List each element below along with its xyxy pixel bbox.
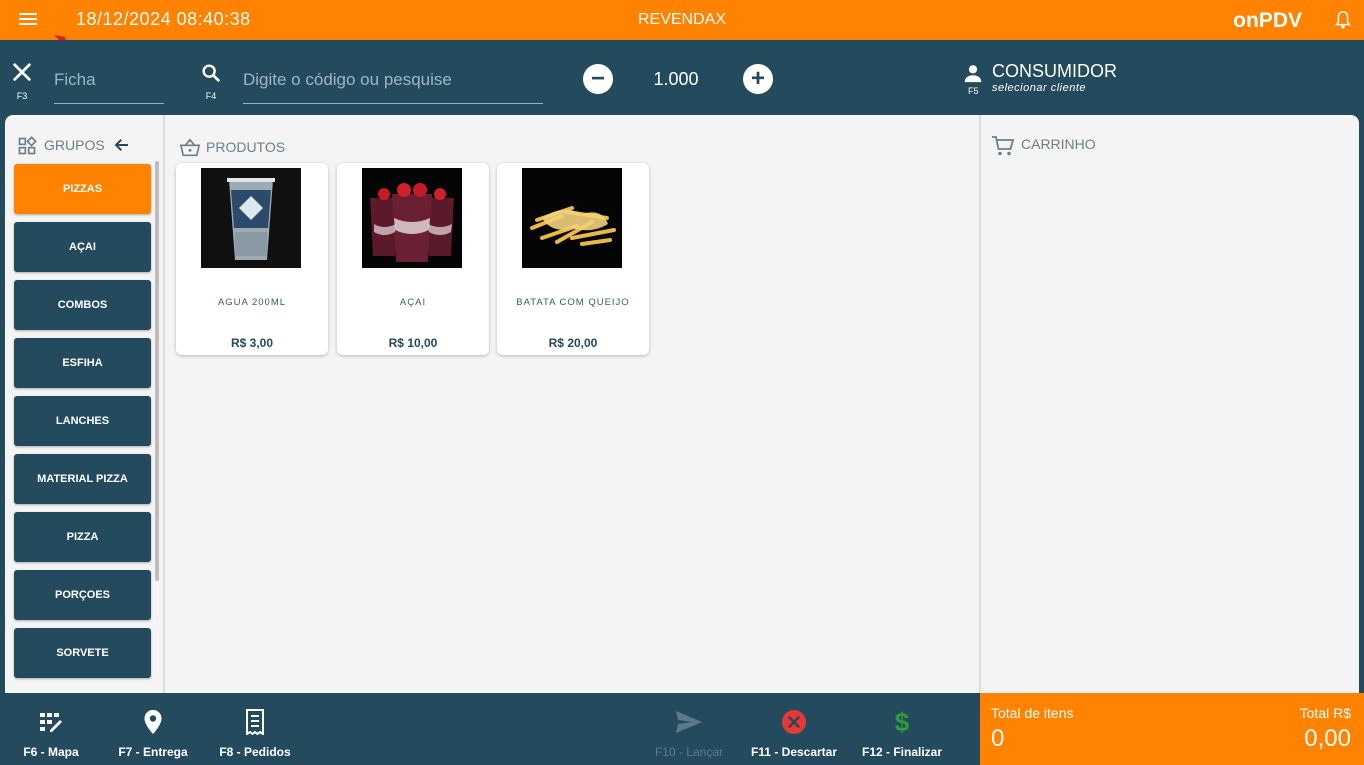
group-button-porcoes[interactable]: PORÇOES bbox=[14, 570, 151, 620]
top-bar: 18/12/2024 08:40:38 REVENDAX onPDV bbox=[0, 0, 1364, 40]
quantity-value: 1.000 bbox=[653, 69, 699, 89]
delivery-label: F7 - Entrega bbox=[118, 745, 188, 759]
orders-label: F8 - Pedidos bbox=[219, 745, 291, 759]
table-map-icon bbox=[40, 713, 62, 732]
notification-bell-icon[interactable] bbox=[1332, 9, 1354, 31]
ficha-tool[interactable]: F3 bbox=[9, 62, 35, 101]
search-icon bbox=[202, 64, 220, 82]
discard-icon bbox=[782, 710, 806, 734]
total-amount-label: Total R$ bbox=[1299, 705, 1351, 721]
groups-scrollbar[interactable] bbox=[155, 161, 159, 581]
product-price: R$ 10,00 bbox=[388, 336, 438, 350]
product-name: BATATA COM QUEIJO bbox=[516, 297, 630, 308]
grid-icon bbox=[18, 136, 37, 155]
group-button-acai[interactable]: AÇAI bbox=[14, 222, 151, 272]
group-button-pizzas[interactable]: PIZZAS bbox=[14, 164, 151, 214]
person-icon bbox=[964, 65, 982, 83]
product-price: R$ 20,00 bbox=[548, 336, 598, 350]
bottom-bar: F6 - Mapa F7 - Entrega F8 - Pedidos F10 … bbox=[0, 693, 980, 765]
map-button[interactable]: F6 - Mapa bbox=[18, 707, 84, 759]
back-arrow-icon[interactable] bbox=[113, 136, 131, 154]
ficha-shortcut: F3 bbox=[16, 91, 28, 101]
discard-label: F11 - Descartar bbox=[750, 745, 838, 759]
products-title: PRODUTOS bbox=[206, 139, 286, 155]
ficha-input[interactable]: Ficha bbox=[54, 62, 164, 104]
brand-logo: onPDV bbox=[1233, 9, 1302, 32]
finish-label: F12 - Finalizar bbox=[861, 745, 943, 759]
product-image-fries bbox=[522, 168, 622, 268]
search-input[interactable]: Digite o código ou pesquise bbox=[243, 62, 543, 104]
toolbar: F3 Ficha F4 Digite o código ou pesquise … bbox=[0, 40, 1364, 115]
map-label: F6 - Mapa bbox=[23, 745, 79, 759]
orders-button[interactable]: F8 - Pedidos bbox=[216, 707, 294, 759]
totals-panel: Total de itens 0 Total R$ 0,00 bbox=[980, 693, 1364, 765]
search-tool[interactable]: F4 bbox=[198, 62, 224, 101]
product-card[interactable]: BATATA COM QUEIJO R$ 20,00 bbox=[497, 163, 649, 355]
product-name: AÇAI bbox=[399, 297, 427, 308]
cart-panel: CARRINHO bbox=[981, 115, 1359, 693]
group-button-esfiha[interactable]: ESFIHA bbox=[14, 338, 151, 388]
products-header: PRODUTOS bbox=[179, 138, 285, 161]
product-image-acai bbox=[362, 168, 462, 268]
total-items-value: 0 bbox=[991, 725, 1005, 752]
launch-button[interactable]: F10 - Lançar bbox=[650, 707, 728, 759]
cart-icon bbox=[992, 136, 1015, 156]
cutlery-icon bbox=[13, 63, 31, 81]
basket-icon bbox=[179, 138, 201, 157]
customer-shortcut: F5 bbox=[968, 86, 979, 96]
customer-subtitle: selecionar cliente bbox=[992, 82, 1086, 94]
total-items-label: Total de itens bbox=[991, 705, 1074, 721]
product-price: R$ 3,00 bbox=[230, 336, 274, 350]
main-panel: GRUPOS PIZZAS AÇAI COMBOS ESFIHA LANCHES… bbox=[5, 115, 1359, 693]
product-card[interactable]: AÇAI R$ 10,00 bbox=[337, 163, 489, 355]
launch-label: F10 - Lançar bbox=[654, 745, 724, 759]
group-button-lanches[interactable]: LANCHES bbox=[14, 396, 151, 446]
product-image-water bbox=[201, 168, 301, 268]
decrease-quantity-button[interactable]: − bbox=[583, 64, 613, 94]
delivery-button[interactable]: F7 - Entrega bbox=[116, 707, 190, 759]
dollar-icon: $ bbox=[894, 706, 910, 737]
customer-title: CONSUMIDOR bbox=[992, 61, 1117, 81]
finish-button[interactable]: $ F12 - Finalizar bbox=[858, 706, 946, 760]
increase-quantity-button[interactable]: + bbox=[743, 64, 773, 94]
products-panel: PRODUTOS AGUA 200ML R$ 3,00 AÇAI R$ 10,0… bbox=[167, 115, 981, 693]
product-name: AGUA 200ML bbox=[217, 297, 287, 308]
group-button-material-pizza[interactable]: MATERIAL PIZZA bbox=[14, 454, 151, 504]
total-amount-value: 0,00 bbox=[1304, 725, 1351, 752]
store-name: REVENDAX bbox=[637, 11, 727, 28]
group-button-combos[interactable]: COMBOS bbox=[14, 280, 151, 330]
discard-button[interactable]: F11 - Descartar bbox=[748, 707, 840, 759]
group-button-sorvete[interactable]: SORVETE bbox=[14, 628, 151, 678]
group-button-pizza[interactable]: PIZZA bbox=[14, 512, 151, 562]
search-shortcut: F4 bbox=[205, 91, 217, 101]
send-icon bbox=[676, 711, 702, 733]
cart-title: CARRINHO bbox=[1021, 136, 1096, 152]
groups-title: GRUPOS bbox=[44, 137, 105, 153]
receipt-icon bbox=[246, 709, 264, 735]
product-card[interactable]: AGUA 200ML R$ 3,00 bbox=[176, 163, 328, 355]
groups-panel: GRUPOS PIZZAS AÇAI COMBOS ESFIHA LANCHES… bbox=[5, 115, 165, 693]
location-pin-icon bbox=[144, 710, 162, 734]
